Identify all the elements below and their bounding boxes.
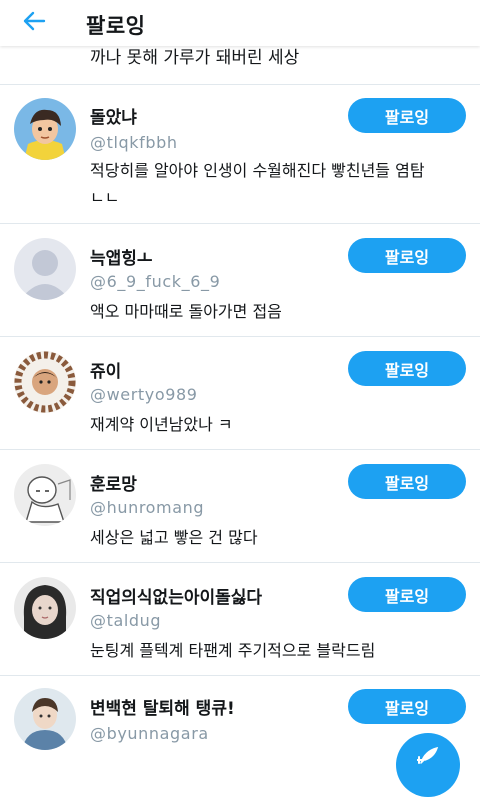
user-bio: 적당히를 알아야 인생이 수월해진다 빻친년들 염탐ㄴㄴ xyxy=(90,161,425,207)
following-button[interactable]: 팔로잉 xyxy=(348,689,466,724)
user-handle: @tlqkfbbh xyxy=(90,133,178,152)
user-row[interactable]: 훈로망 @hunromang 세상은 넓고 빻은 건 많다 팔로잉 xyxy=(0,450,480,562)
user-row[interactable]: 늑앱힝ㅗ @6_9_fuck_6_9 액오 마마때로 돌아가면 접음 팔로잉 xyxy=(0,224,480,336)
user-display-name[interactable]: 직업의식없는아이돌싫다 xyxy=(90,583,262,608)
user-display-name[interactable]: 훈로망 xyxy=(90,470,137,495)
user-handle: @taldug xyxy=(90,611,162,630)
arrow-left-icon xyxy=(22,11,46,35)
top-app-bar: 팔로잉 xyxy=(0,0,480,46)
user-row[interactable]: 직업의식없는아이돌싫다 @taldug 눈팅계 플텍계 타팬계 주기적으로 블락… xyxy=(0,563,480,675)
user-handle: @byunnagara xyxy=(90,724,209,743)
compose-feather-icon xyxy=(415,745,439,771)
avatar[interactable] xyxy=(14,351,76,413)
following-button[interactable]: 팔로잉 xyxy=(348,238,466,273)
back-button[interactable] xyxy=(16,8,52,38)
user-handle: @hunromang xyxy=(90,498,205,517)
compose-button[interactable] xyxy=(396,733,460,797)
user-handle: @wertyo989 xyxy=(90,385,198,404)
user-row[interactable]: 돌았냐 @tlqkfbbh 적당히를 알아야 인생이 수월해진다 빻친년들 염탐… xyxy=(0,85,480,223)
partial-bio-text: 까나 못해 가루가 돼버린 세상 xyxy=(90,48,300,66)
user-display-name[interactable]: 쥬이 xyxy=(90,357,121,382)
following-button[interactable]: 팔로잉 xyxy=(348,98,466,133)
following-button[interactable]: 팔로잉 xyxy=(348,464,466,499)
user-row[interactable]: 쥬이 @wertyo989 재계약 이년남았나 ㅋ 팔로잉 xyxy=(0,337,480,449)
user-display-name[interactable]: 돌았냐 xyxy=(90,103,137,128)
avatar[interactable] xyxy=(14,464,76,526)
avatar[interactable] xyxy=(14,577,76,639)
page-title: 팔로잉 xyxy=(86,14,146,38)
user-bio: 액오 마마때로 돌아가면 접음 xyxy=(90,302,282,321)
user-bio: 재계약 이년남았나 ㅋ xyxy=(90,415,233,434)
user-display-name[interactable]: 늑앱힝ㅗ xyxy=(90,244,153,269)
user-bio: 세상은 넓고 빻은 건 많다 xyxy=(90,528,258,547)
user-display-name[interactable]: 변백현 탈퇴해 탱큐! xyxy=(90,694,235,719)
avatar[interactable] xyxy=(14,98,76,160)
avatar[interactable] xyxy=(14,688,76,750)
avatar-default-person-icon[interactable] xyxy=(14,238,76,300)
user-bio: 눈팅계 플텍계 타팬계 주기적으로 블락드림 xyxy=(90,641,376,660)
following-button[interactable]: 팔로잉 xyxy=(348,577,466,612)
user-handle: @6_9_fuck_6_9 xyxy=(90,272,221,291)
following-button[interactable]: 팔로잉 xyxy=(348,351,466,386)
